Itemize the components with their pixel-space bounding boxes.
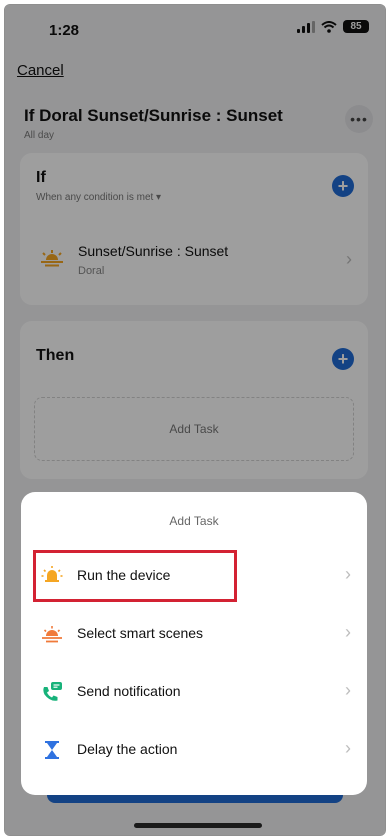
select-smart-scenes-label: Select smart scenes xyxy=(77,625,204,641)
delay-action-item[interactable]: Delay the action › xyxy=(21,722,367,778)
phone-screen: 1:28 85 Cancel If Doral Sunset/Sunrise :… xyxy=(4,4,386,836)
delay-action-label: Delay the action xyxy=(77,741,178,757)
select-smart-scenes-item[interactable]: Select smart scenes › xyxy=(21,606,367,662)
highlight-annotation xyxy=(33,550,237,602)
hourglass-icon xyxy=(45,741,59,759)
chevron-right-icon: › xyxy=(345,622,351,642)
sheet-title: Add Task xyxy=(169,514,219,528)
home-indicator xyxy=(134,823,262,828)
chevron-right-icon: › xyxy=(345,680,351,700)
send-notification-label: Send notification xyxy=(77,683,181,699)
phone-message-icon xyxy=(43,682,62,701)
add-task-sheet: Add Task Run the device › Select smart s… xyxy=(21,492,367,795)
chevron-right-icon: › xyxy=(345,564,351,584)
chevron-right-icon: › xyxy=(345,738,351,758)
sunset-scene-icon xyxy=(42,626,62,643)
send-notification-item[interactable]: Send notification › xyxy=(21,664,367,720)
